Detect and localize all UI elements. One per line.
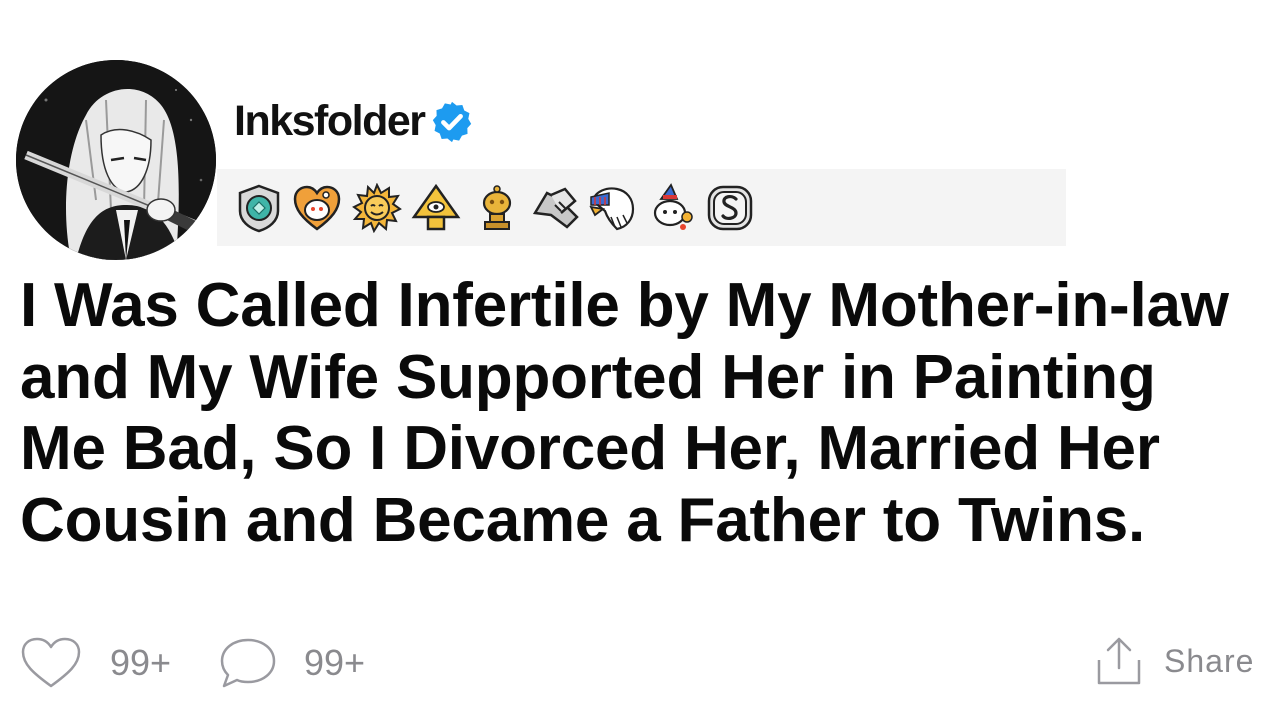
sun-face-award-icon[interactable] [352,183,402,233]
avatar[interactable] [16,60,216,260]
heart-outline-icon [21,637,81,688]
share-label: Share [1164,642,1255,679]
like-count: 99+ [110,642,172,683]
post-title: I Was Called Infertile by My Mother-in-l… [20,271,1229,555]
party-snoo-award-icon[interactable] [647,183,697,233]
username[interactable]: Inksfolder [234,97,426,146]
handshake-award-icon[interactable] [531,183,581,233]
comment-button[interactable]: 99+ [218,636,365,690]
silver-s-award-icon[interactable] [705,183,755,233]
heart-snoo-award-icon[interactable] [292,183,342,233]
share-upload-icon [1097,637,1141,685]
awards-bar [217,169,1066,246]
gem-shield-award-icon[interactable] [234,183,284,233]
comment-count: 99+ [304,642,366,683]
share-button[interactable]: Share [1096,636,1254,686]
verified-badge-icon [432,101,471,143]
gold-snoo-trophy-award-icon[interactable] [472,183,522,233]
eye-pyramid-award-icon[interactable] [411,183,461,233]
author-row: Inksfolder [234,96,475,146]
eagle-award-icon[interactable] [587,183,637,233]
like-button[interactable]: 99+ [20,636,171,690]
anime-avatar-icon [16,60,216,260]
comment-bubble-icon [220,638,276,688]
